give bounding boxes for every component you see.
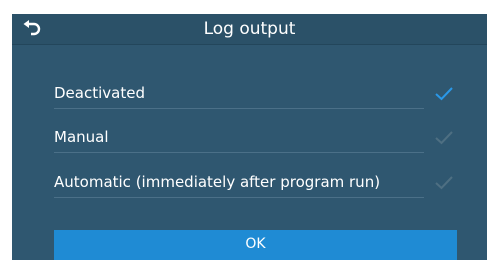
checkmark-icon [434, 130, 454, 146]
log-output-screen: Log output Deactivated Manual Automatic … [12, 14, 487, 260]
header-bar: Log output [12, 14, 487, 45]
checkmark-icon [434, 86, 454, 102]
page-title: Log output [203, 19, 296, 39]
divider [54, 152, 424, 153]
screen-frame [487, 14, 499, 260]
ok-button[interactable]: OK [54, 230, 457, 260]
divider [54, 197, 424, 198]
checkmark-icon [434, 175, 454, 191]
divider [54, 108, 424, 109]
option-deactivated[interactable]: Deactivated [54, 82, 424, 104]
option-automatic[interactable]: Automatic (immediately after program run… [54, 171, 424, 193]
option-manual[interactable]: Manual [54, 126, 424, 148]
